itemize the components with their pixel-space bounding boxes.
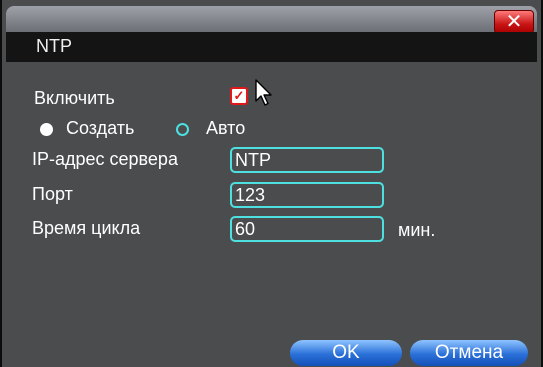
page-title: NTP [36,36,72,56]
ok-button[interactable]: OK [290,340,402,366]
server-input[interactable]: NTP [230,147,384,173]
port-label: Порт [32,184,73,204]
cycle-unit: мин. [398,220,436,240]
enable-label: Включить [34,88,115,108]
enable-checkbox[interactable]: ✓ [230,87,248,105]
radio-create[interactable] [40,123,53,136]
mouse-cursor-icon [255,79,272,106]
window-top-bar: ✕ [6,6,537,34]
radio-auto-label: Авто [206,118,246,138]
server-label: IP-адрес сервера [32,149,178,169]
cancel-button[interactable]: Отмена [410,340,528,366]
title-bar: NTP [6,32,537,62]
radio-create-label: Создать [66,118,135,138]
port-input[interactable]: 123 [230,182,384,208]
close-icon[interactable]: ✕ [494,10,534,34]
cycle-input[interactable]: 60 [230,216,384,242]
cycle-label: Время цикла [32,218,141,238]
radio-auto[interactable] [176,123,189,136]
